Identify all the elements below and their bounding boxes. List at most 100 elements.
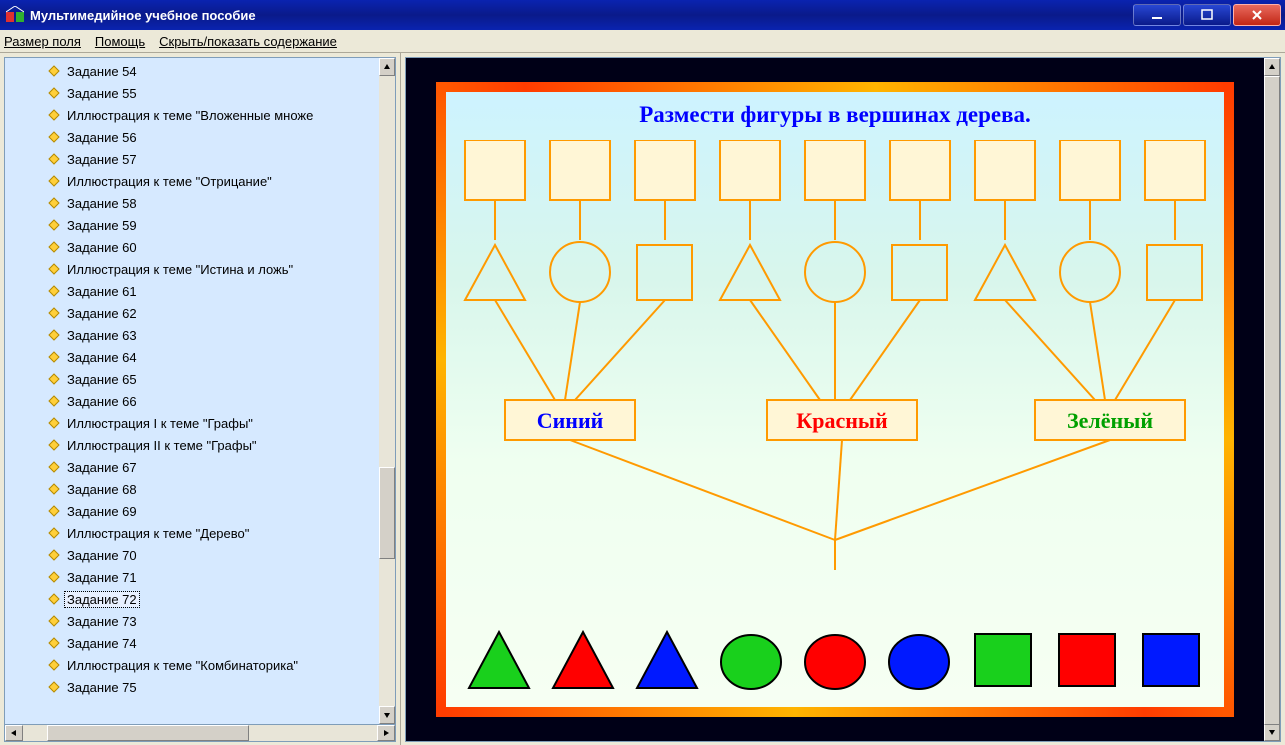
tree-item-label: Задание 66 [65,394,139,409]
palette-shape-square[interactable] [971,630,1035,693]
tree-item-label: Задание 69 [65,504,139,519]
tree-item[interactable]: Задание 75 [5,676,379,698]
tree-item[interactable]: Задание 71 [5,566,379,588]
tree-item[interactable]: Иллюстрация к теме "Дерево" [5,522,379,544]
tree-item[interactable]: Задание 65 [5,368,379,390]
scroll-up-arrow-icon[interactable] [1264,58,1280,76]
menu-item-field-size[interactable]: Размер поля [4,34,81,49]
tree-item-label: Задание 73 [65,614,139,629]
close-button[interactable] [1233,4,1281,26]
page-icon [47,680,61,694]
scroll-up-arrow-icon[interactable] [379,58,395,76]
content-tree[interactable]: Задание 54Задание 55Иллюстрация к теме "… [5,58,379,724]
page-icon [47,64,61,78]
tree-item-label: Задание 56 [65,130,139,145]
tree-item-label: Задание 68 [65,482,139,497]
menu-item-toggle-toc[interactable]: Скрыть/показать содержание [159,34,337,49]
page-icon [47,350,61,364]
tree-item-label: Задание 62 [65,306,139,321]
tree-item[interactable]: Иллюстрация к теме "Отрицание" [5,170,379,192]
tree-item[interactable]: Задание 56 [5,126,379,148]
tree-item[interactable]: Иллюстрация к теме "Комбинаторика" [5,654,379,676]
tree-item[interactable]: Задание 62 [5,302,379,324]
page-icon [47,570,61,584]
scroll-thumb[interactable] [1264,76,1280,725]
page-icon [47,592,61,606]
scroll-right-arrow-icon[interactable] [377,725,395,741]
page-icon [47,86,61,100]
tree-item[interactable]: Задание 70 [5,544,379,566]
tree-item[interactable]: Задание 54 [5,60,379,82]
sidebar-vertical-scrollbar[interactable] [379,58,395,724]
tree-item[interactable]: Иллюстрация II к теме "Графы" [5,434,379,456]
color-label-blue: Синий [537,408,604,433]
page-icon [47,108,61,122]
window-title: Мультимедийное учебное пособие [30,8,1133,23]
tree-item-label: Иллюстрация к теме "Комбинаторика" [65,658,300,673]
page-icon [47,218,61,232]
tree-item-label: Задание 63 [65,328,139,343]
palette-shape-triangle[interactable] [467,630,531,693]
maximize-button[interactable] [1183,4,1231,26]
page-icon [47,526,61,540]
palette-shape-square[interactable] [1139,630,1203,693]
content-vertical-scrollbar[interactable] [1264,58,1280,741]
palette-shape-circle[interactable] [887,630,951,693]
tree-item[interactable]: Задание 61 [5,280,379,302]
app-icon [6,6,24,24]
tree-item[interactable]: Задание 66 [5,390,379,412]
hscroll-thumb[interactable] [47,725,249,741]
shape-palette [446,630,1224,693]
tree-item-label: Задание 70 [65,548,139,563]
scroll-track[interactable] [379,76,395,706]
tree-item[interactable]: Иллюстрация к теме "Вложенные множе [5,104,379,126]
tree-item[interactable]: Задание 69 [5,500,379,522]
window-controls [1133,4,1281,26]
tree-item[interactable]: Задание 59 [5,214,379,236]
palette-shape-circle[interactable] [803,630,867,693]
minimize-button[interactable] [1133,4,1181,26]
palette-shape-triangle[interactable] [551,630,615,693]
tree-item[interactable]: Задание 55 [5,82,379,104]
palette-shape-square[interactable] [1055,630,1119,693]
tree-item-label: Задание 54 [65,64,139,79]
page-icon [47,504,61,518]
tree-item-label: Задание 71 [65,570,139,585]
color-label-green: Зелёный [1067,408,1153,433]
page-icon [47,372,61,386]
sidebar-horizontal-scrollbar[interactable] [4,725,396,742]
page-icon [47,482,61,496]
page-icon [47,240,61,254]
palette-shape-circle[interactable] [719,630,783,693]
scroll-down-arrow-icon[interactable] [379,706,395,724]
scroll-left-arrow-icon[interactable] [5,725,23,741]
tree-item-label: Иллюстрация I к теме "Графы" [65,416,255,431]
page-icon [47,636,61,650]
scroll-down-arrow-icon[interactable] [1264,723,1280,741]
page-icon [47,130,61,144]
page-icon [47,262,61,276]
tree-item[interactable]: Задание 57 [5,148,379,170]
tree-item[interactable]: Иллюстрация к теме "Истина и ложь" [5,258,379,280]
page-icon [47,394,61,408]
menu-item-help[interactable]: Помощь [95,34,145,49]
tree-item[interactable]: Задание 73 [5,610,379,632]
tree-item[interactable]: Задание 74 [5,632,379,654]
window-titlebar: Мультимедийное учебное пособие [0,0,1285,30]
palette-shape-triangle[interactable] [635,630,699,693]
tree-item[interactable]: Задание 58 [5,192,379,214]
tree-item[interactable]: Задание 63 [5,324,379,346]
exercise-card: Размести фигуры в вершинах дерева. [436,82,1234,717]
hscroll-track[interactable] [23,725,377,741]
scroll-thumb[interactable] [379,467,395,559]
tree-item[interactable]: Иллюстрация I к теме "Графы" [5,412,379,434]
tree-item[interactable]: Задание 64 [5,346,379,368]
tree-item[interactable]: Задание 60 [5,236,379,258]
tree-item[interactable]: Задание 68 [5,478,379,500]
tree-item[interactable]: Задание 72 [5,588,379,610]
tree-item-label: Иллюстрация к теме "Дерево" [65,526,251,541]
sidebar: Задание 54Задание 55Иллюстрация к теме "… [0,53,401,745]
page-icon [47,174,61,188]
page-icon [47,328,61,342]
tree-item[interactable]: Задание 67 [5,456,379,478]
